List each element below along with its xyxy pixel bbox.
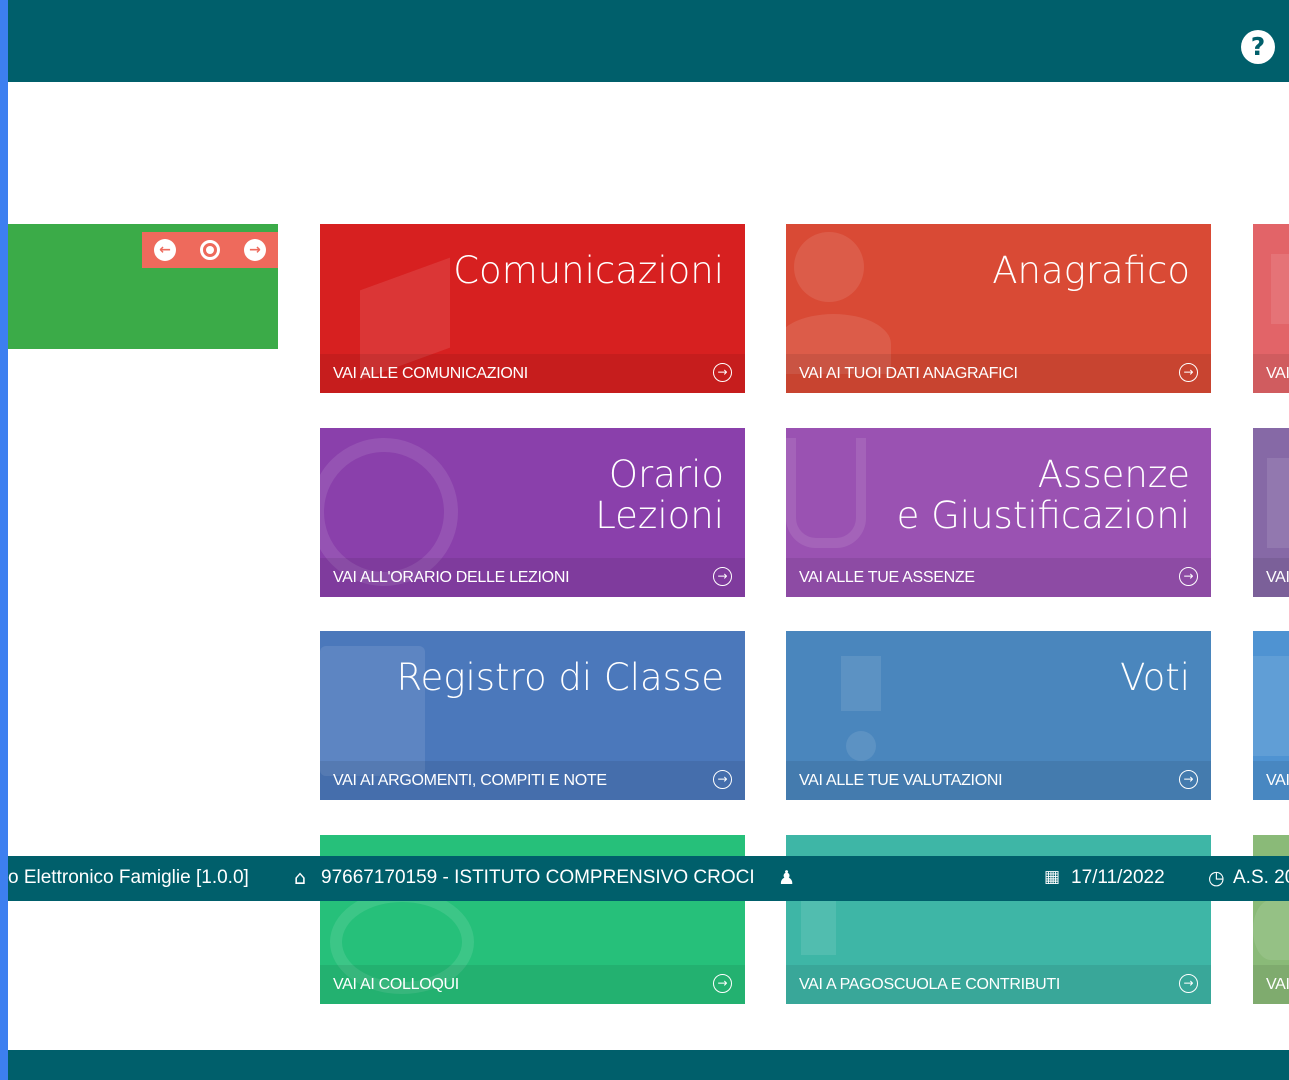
tile-link: VAI A PAGOSCUOLA E CONTRIBUTI: [799, 976, 1060, 993]
circle-icon[interactable]: [200, 240, 220, 260]
tile-footer[interactable]: VAI: [1253, 965, 1289, 1004]
tile-footer[interactable]: VAI A PAGOSCUOLA E CONTRIBUTI →: [786, 965, 1211, 1004]
tile-footer[interactable]: VAI ALLE COMUNICAZIONI →: [320, 354, 745, 393]
leaf-icon: [1253, 900, 1289, 960]
tile-link: VAI: [1266, 569, 1289, 586]
tile-comunicazioni[interactable]: Comunicazioni VAI ALLE COMUNICAZIONI →: [320, 224, 745, 393]
bottom-bar: [8, 1050, 1289, 1080]
tile-footer[interactable]: VAI: [1253, 354, 1289, 393]
tile-link: VAI AI TUOI DATI ANAGRAFICI: [799, 365, 1018, 382]
tile-title: Anagrafico: [992, 249, 1190, 292]
user-icon[interactable]: ♟: [778, 867, 795, 889]
tile-title: Assenze e Giustificazioni: [897, 454, 1190, 536]
clock-icon: ◷: [1208, 867, 1225, 889]
tile-footer[interactable]: VAI AI ARGOMENTI, COMPITI E NOTE →: [320, 761, 745, 800]
arrow-right-circle-icon: →: [713, 974, 732, 993]
carousel: ← →: [8, 224, 278, 349]
arrow-right-circle-icon: →: [713, 567, 732, 586]
tile-title: Comunicazioni: [453, 249, 724, 292]
user-icon: [794, 232, 864, 302]
arrow-right-circle-icon: →: [713, 363, 732, 382]
tile-link: VAI: [1266, 772, 1289, 789]
tile-title-line-2: e Giustificazioni: [896, 494, 1190, 537]
tile-title: Voti: [1120, 656, 1190, 699]
tile-footer[interactable]: VAI ALLE TUE VALUTAZIONI →: [786, 761, 1211, 800]
help-icon[interactable]: ?: [1241, 30, 1275, 64]
tile-title-line-1: Assenze: [1037, 453, 1190, 496]
current-date: 17/11/2022: [1071, 867, 1165, 888]
tile-title-line-2: Lezioni: [595, 494, 724, 537]
tile-link: VAI ALLE TUE ASSENZE: [799, 569, 975, 586]
app-version: o Elettronico Famiglie [1.0.0]: [8, 867, 249, 888]
arrow-left-icon[interactable]: ←: [154, 239, 176, 261]
tile-link: VAI AI ARGOMENTI, COMPITI E NOTE: [333, 772, 607, 789]
tile-footer[interactable]: VAI AI COLLOQUI →: [320, 965, 745, 1004]
tile-title: Orario Lezioni: [595, 454, 724, 536]
tile-footer[interactable]: VAI ALL'ORARIO DELLE LEZIONI →: [320, 558, 745, 597]
tile-link: VAI ALL'ORARIO DELLE LEZIONI: [333, 569, 570, 586]
tile-link: VAI AI COLLOQUI: [333, 976, 459, 993]
tile-title-line-1: Orario: [608, 453, 724, 496]
tile-voti[interactable]: Voti VAI ALLE TUE VALUTAZIONI →: [786, 631, 1211, 800]
tile-footer[interactable]: VAI: [1253, 558, 1289, 597]
home-icon[interactable]: ⌂: [294, 867, 306, 889]
tile-link: VAI: [1266, 976, 1289, 993]
tile-footer[interactable]: VAI ALLE TUE ASSENZE →: [786, 558, 1211, 597]
tile-anagrafico[interactable]: Anagrafico VAI AI TUOI DATI ANAGRAFICI →: [786, 224, 1211, 393]
plus-icon: [1267, 458, 1289, 548]
tile-registro-classe[interactable]: Registro di Classe VAI AI ARGOMENTI, COM…: [320, 631, 745, 800]
left-edge-strip: [0, 0, 8, 1080]
arrow-right-circle-icon: →: [1179, 567, 1198, 586]
arrow-right-circle-icon: →: [1179, 974, 1198, 993]
tile-partial-2[interactable]: VAI: [1253, 428, 1289, 597]
school-name[interactable]: 97667170159 - ISTITUTO COMPRENSIVO CROCI: [321, 867, 755, 889]
tile-orario-lezioni[interactable]: Orario Lezioni VAI ALL'ORARIO DELLE LEZI…: [320, 428, 745, 597]
tile-link: VAI ALLE COMUNICAZIONI: [333, 365, 528, 382]
tile-footer[interactable]: VAI: [1253, 761, 1289, 800]
document-icon: [1271, 254, 1289, 324]
tile-partial-1[interactable]: VAI: [1253, 224, 1289, 393]
tile-footer[interactable]: VAI AI TUOI DATI ANAGRAFICI →: [786, 354, 1211, 393]
grade-dot-shape: [846, 731, 876, 761]
calendar-icon: ▦: [1044, 867, 1061, 887]
stethoscope-icon: [786, 438, 866, 548]
school-year: A.S. 20: [1233, 867, 1289, 888]
tile-title: Registro di Classe: [396, 656, 724, 699]
tile-assenze[interactable]: Assenze e Giustificazioni VAI ALLE TUE A…: [786, 428, 1211, 597]
carousel-controls: ← →: [142, 232, 278, 268]
tile-link: VAI: [1266, 365, 1289, 382]
top-header: ?: [8, 0, 1289, 82]
arrow-right-circle-icon: →: [1179, 363, 1198, 382]
board-icon: [1253, 656, 1289, 756]
arrow-right-circle-icon: →: [713, 770, 732, 789]
status-bar: o Elettronico Famiglie [1.0.0] ⌂ 9766717…: [8, 856, 1289, 901]
euro-icon: [801, 900, 836, 955]
tile-partial-3[interactable]: VAI: [1253, 631, 1289, 800]
tile-link: VAI ALLE TUE VALUTAZIONI: [799, 772, 1003, 789]
arrow-right-circle-icon: →: [1179, 770, 1198, 789]
grade-icon: [841, 656, 881, 711]
arrow-right-icon[interactable]: →: [244, 239, 266, 261]
